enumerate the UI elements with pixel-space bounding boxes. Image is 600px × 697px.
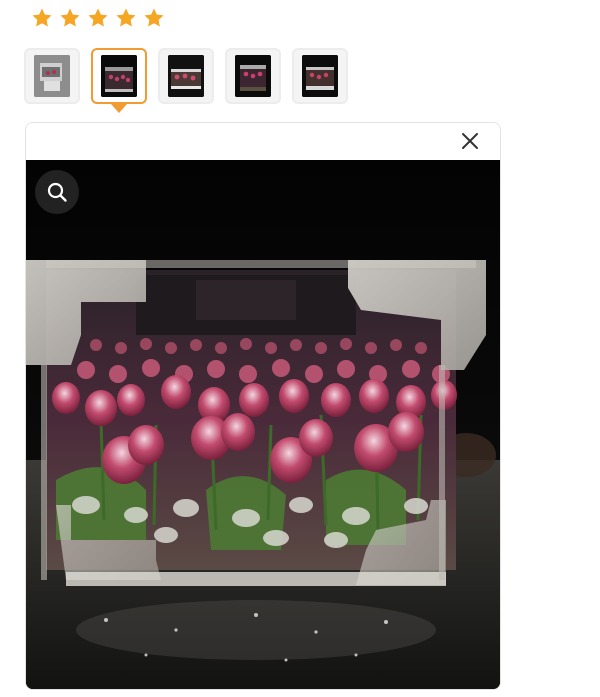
product-photo-thumbnail — [235, 55, 271, 97]
thumbnail-1[interactable] — [24, 48, 80, 104]
product-photo[interactable] — [26, 160, 500, 689]
star-icon — [86, 6, 110, 30]
viewer-header — [26, 123, 500, 160]
thumbnail-4[interactable] — [225, 48, 281, 104]
product-photo-thumbnail — [302, 55, 338, 97]
image-viewer — [25, 122, 501, 690]
close-icon[interactable] — [460, 131, 480, 151]
product-photo-thumbnail — [168, 55, 204, 97]
star-icon — [58, 6, 82, 30]
product-photo-thumbnail — [34, 55, 70, 97]
magnifier-icon[interactable] — [35, 170, 79, 214]
star-icon — [142, 6, 166, 30]
tulip-mirror-night-light — [26, 160, 500, 689]
thumbnail-3[interactable] — [158, 48, 214, 104]
thumbnail-5[interactable] — [292, 48, 348, 104]
selection-pointer — [111, 104, 127, 113]
thumbnail-2[interactable] — [91, 48, 147, 113]
product-photo-thumbnail — [101, 55, 137, 97]
star-icon — [30, 6, 54, 30]
star-icon — [114, 6, 138, 30]
thumbnail-strip — [24, 48, 348, 113]
star-rating — [30, 6, 166, 30]
